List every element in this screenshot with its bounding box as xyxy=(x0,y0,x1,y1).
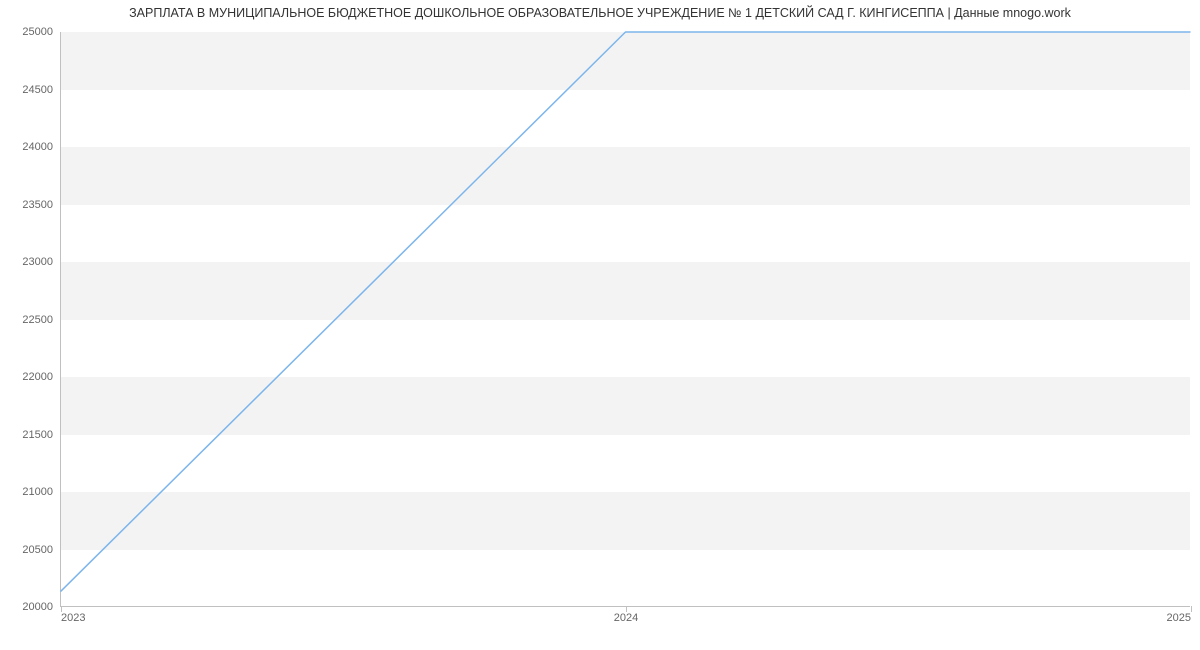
x-tick-label: 2023 xyxy=(61,612,85,624)
chart-title: ЗАРПЛАТА В МУНИЦИПАЛЬНОЕ БЮДЖЕТНОЕ ДОШКО… xyxy=(0,6,1200,20)
x-tick-label: 2025 xyxy=(1167,612,1191,624)
x-tick-mark xyxy=(626,606,627,612)
plot-area: 2000020500210002150022000225002300023500… xyxy=(60,32,1190,607)
y-tick-label: 21500 xyxy=(22,429,53,441)
y-tick-label: 25000 xyxy=(22,26,53,38)
chart-container: ЗАРПЛАТА В МУНИЦИПАЛЬНОЕ БЮДЖЕТНОЕ ДОШКО… xyxy=(0,0,1200,650)
y-tick-label: 20000 xyxy=(22,601,53,613)
plot-background: 2000020500210002150022000225002300023500… xyxy=(60,32,1190,607)
x-tick-label: 2024 xyxy=(614,612,638,624)
x-tick-mark xyxy=(61,606,62,612)
y-tick-label: 24500 xyxy=(22,84,53,96)
y-tick-label: 20500 xyxy=(22,544,53,556)
y-tick-label: 22000 xyxy=(22,371,53,383)
y-tick-label: 23000 xyxy=(22,256,53,268)
y-tick-label: 22500 xyxy=(22,314,53,326)
y-tick-label: 24000 xyxy=(22,141,53,153)
y-tick-label: 21000 xyxy=(22,486,53,498)
series-line xyxy=(61,32,1190,591)
x-tick-mark xyxy=(1191,606,1192,612)
y-tick-label: 23500 xyxy=(22,199,53,211)
